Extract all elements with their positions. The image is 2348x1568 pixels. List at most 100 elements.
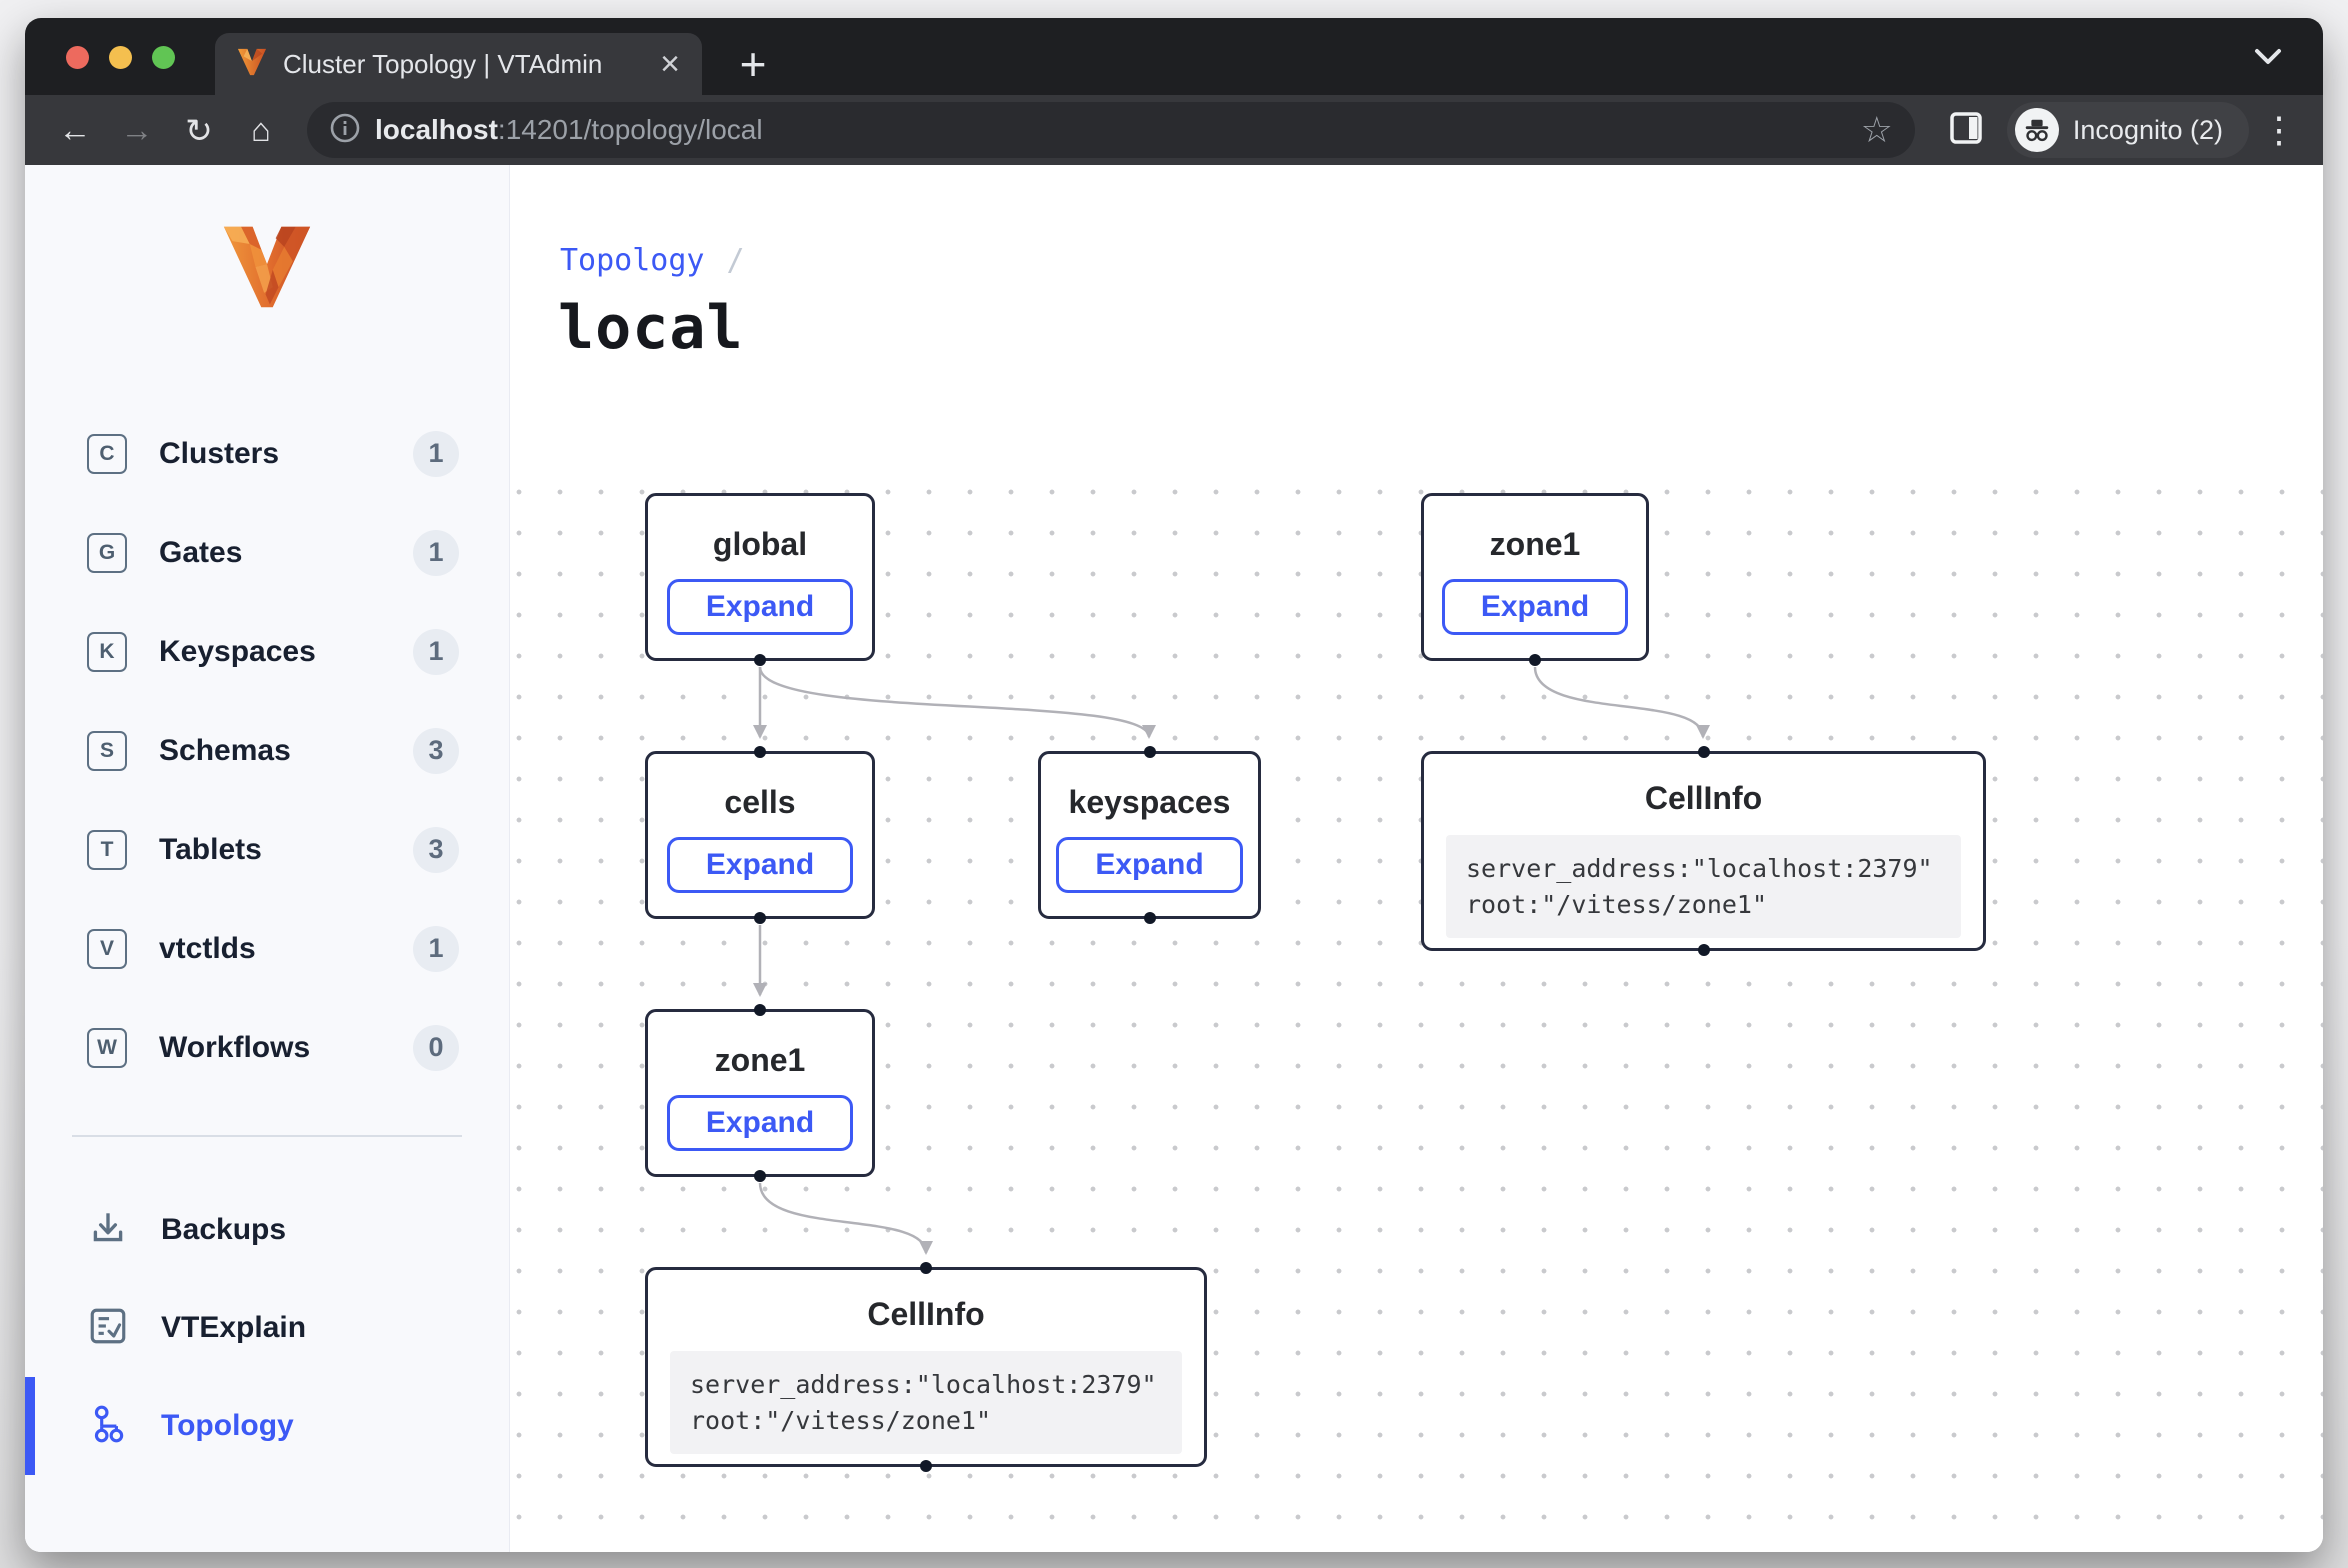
count-badge: 1 (413, 926, 459, 972)
node-title: cells (724, 784, 795, 821)
browser-tab[interactable]: Cluster Topology | VTAdmin × (215, 33, 702, 95)
topology-page: Topology / local (510, 165, 2323, 1552)
cellinfo-code: server_address:"localhost:2379" root:"/v… (670, 1351, 1182, 1454)
expand-button-global[interactable]: Expand (667, 579, 853, 635)
node-title: global (713, 526, 807, 563)
incognito-icon (2015, 108, 2059, 152)
sidebar-divider (72, 1135, 462, 1137)
count-badge: 1 (413, 629, 459, 675)
topology-node-cells: cells Expand (645, 751, 875, 919)
connector-dot (1698, 746, 1710, 758)
sidebar-item-gates[interactable]: G Gates 1 (25, 503, 509, 602)
clusters-icon: C (87, 434, 127, 474)
count-badge: 1 (413, 530, 459, 576)
browser-window: Cluster Topology | VTAdmin × + ← → ↻ ⌂ l… (25, 18, 2323, 1552)
forward-icon: → (111, 104, 163, 156)
schemas-icon: S (87, 731, 127, 771)
connector-dot (1144, 912, 1156, 924)
connector-dot (754, 1004, 766, 1016)
sidebar-item-tablets[interactable]: T Tablets 3 (25, 800, 509, 899)
connector-dot (1529, 654, 1541, 666)
url-host: localhost (375, 114, 498, 145)
connector-dot (1698, 944, 1710, 956)
tab-search-chevron-icon[interactable] (2251, 46, 2285, 73)
connector-dot (754, 746, 766, 758)
traffic-lights (66, 46, 175, 69)
tab-title: Cluster Topology | VTAdmin (283, 49, 644, 80)
sidebar-item-vtctlds[interactable]: V vtctlds 1 (25, 899, 509, 998)
connector-dot (920, 1262, 932, 1274)
expand-button-zone1-top[interactable]: Expand (1442, 579, 1628, 635)
connector-dot (754, 1170, 766, 1182)
topology-node-keyspaces: keyspaces Expand (1038, 751, 1261, 919)
hierarchy-icon (87, 1403, 129, 1450)
connector-dot (1144, 746, 1156, 758)
cellinfo-code: server_address:"localhost:2379" root:"/v… (1446, 835, 1961, 938)
site-info-icon[interactable] (329, 112, 361, 149)
topology-node-zone1-top: zone1 Expand (1421, 493, 1649, 661)
sidebar-footer-nav: Backups VTExplain Topology (25, 1181, 509, 1475)
node-title: CellInfo (1645, 780, 1762, 817)
new-tab-button[interactable]: + (725, 38, 781, 90)
side-panel-icon[interactable] (1949, 111, 1983, 150)
sidebar-item-clusters[interactable]: C Clusters 1 (25, 404, 509, 503)
incognito-badge[interactable]: Incognito (2) (2007, 102, 2249, 158)
address-bar[interactable]: localhost:14201/topology/local ☆ (307, 102, 1915, 158)
connector-dot (754, 654, 766, 666)
sidebar-item-keyspaces[interactable]: K Keyspaces 1 (25, 602, 509, 701)
count-badge: 1 (413, 431, 459, 477)
connector-dot (754, 912, 766, 924)
node-title: CellInfo (867, 1296, 984, 1333)
sidebar-nav: C Clusters 1 G Gates 1 K Keyspaces 1 (25, 404, 509, 1097)
vitess-logo (25, 223, 509, 311)
sidebar-item-schemas[interactable]: S Schemas 3 (25, 701, 509, 800)
node-title: zone1 (715, 1042, 806, 1079)
node-title: zone1 (1490, 526, 1581, 563)
vtctlds-icon: V (87, 929, 127, 969)
reload-icon[interactable]: ↻ (173, 104, 225, 156)
minimize-window-button[interactable] (109, 46, 132, 69)
keyspaces-icon: K (87, 632, 127, 672)
active-item-indicator (25, 1377, 35, 1475)
zoom-window-button[interactable] (152, 46, 175, 69)
topology-node-global: global Expand (645, 493, 875, 661)
sidebar-item-backups[interactable]: Backups (25, 1181, 509, 1279)
count-badge: 3 (413, 728, 459, 774)
breadcrumb-separator: / (727, 243, 745, 278)
url-text: localhost:14201/topology/local (375, 114, 1847, 146)
back-icon[interactable]: ← (49, 104, 101, 156)
topology-node-zone1-lower: zone1 Expand (645, 1009, 875, 1177)
sidebar-item-vtexplain[interactable]: VTExplain (25, 1279, 509, 1377)
download-icon (87, 1207, 129, 1254)
bookmark-star-icon[interactable]: ☆ (1861, 109, 1893, 151)
browser-menu-icon[interactable]: ⋮ (2259, 109, 2299, 151)
expand-button-keyspaces[interactable]: Expand (1056, 837, 1242, 893)
page-content: C Clusters 1 G Gates 1 K Keyspaces 1 (25, 165, 2323, 1552)
topology-node-cellinfo-right: CellInfo server_address:"localhost:2379"… (1421, 751, 1986, 951)
topology-node-cellinfo-bottom: CellInfo server_address:"localhost:2379"… (645, 1267, 1207, 1467)
browser-toolbar: ← → ↻ ⌂ localhost:14201/topology/local ☆ (25, 95, 2323, 165)
gates-icon: G (87, 533, 127, 573)
workflows-icon: W (87, 1028, 127, 1068)
page-title: local (558, 293, 744, 363)
sidebar: C Clusters 1 G Gates 1 K Keyspaces 1 (25, 165, 510, 1552)
count-badge: 0 (413, 1025, 459, 1071)
tab-close-icon[interactable]: × (660, 47, 680, 81)
sidebar-item-topology[interactable]: Topology (25, 1377, 509, 1475)
expand-button-cells[interactable]: Expand (667, 837, 853, 893)
breadcrumb-topology-link[interactable]: Topology (560, 243, 705, 278)
node-title: keyspaces (1069, 784, 1231, 821)
url-path: :14201/topology/local (498, 114, 763, 145)
close-window-button[interactable] (66, 46, 89, 69)
expand-button-zone1-lower[interactable]: Expand (667, 1095, 853, 1151)
tab-strip: Cluster Topology | VTAdmin × + (25, 18, 2323, 95)
screen: Cluster Topology | VTAdmin × + ← → ↻ ⌂ l… (0, 0, 2348, 1568)
home-icon[interactable]: ⌂ (235, 104, 287, 156)
tablets-icon: T (87, 830, 127, 870)
count-badge: 3 (413, 827, 459, 873)
sidebar-item-workflows[interactable]: W Workflows 0 (25, 998, 509, 1097)
document-check-icon (87, 1305, 129, 1352)
vitess-favicon-icon (237, 47, 267, 82)
connector-dot (920, 1460, 932, 1472)
breadcrumb: Topology / (560, 243, 745, 278)
